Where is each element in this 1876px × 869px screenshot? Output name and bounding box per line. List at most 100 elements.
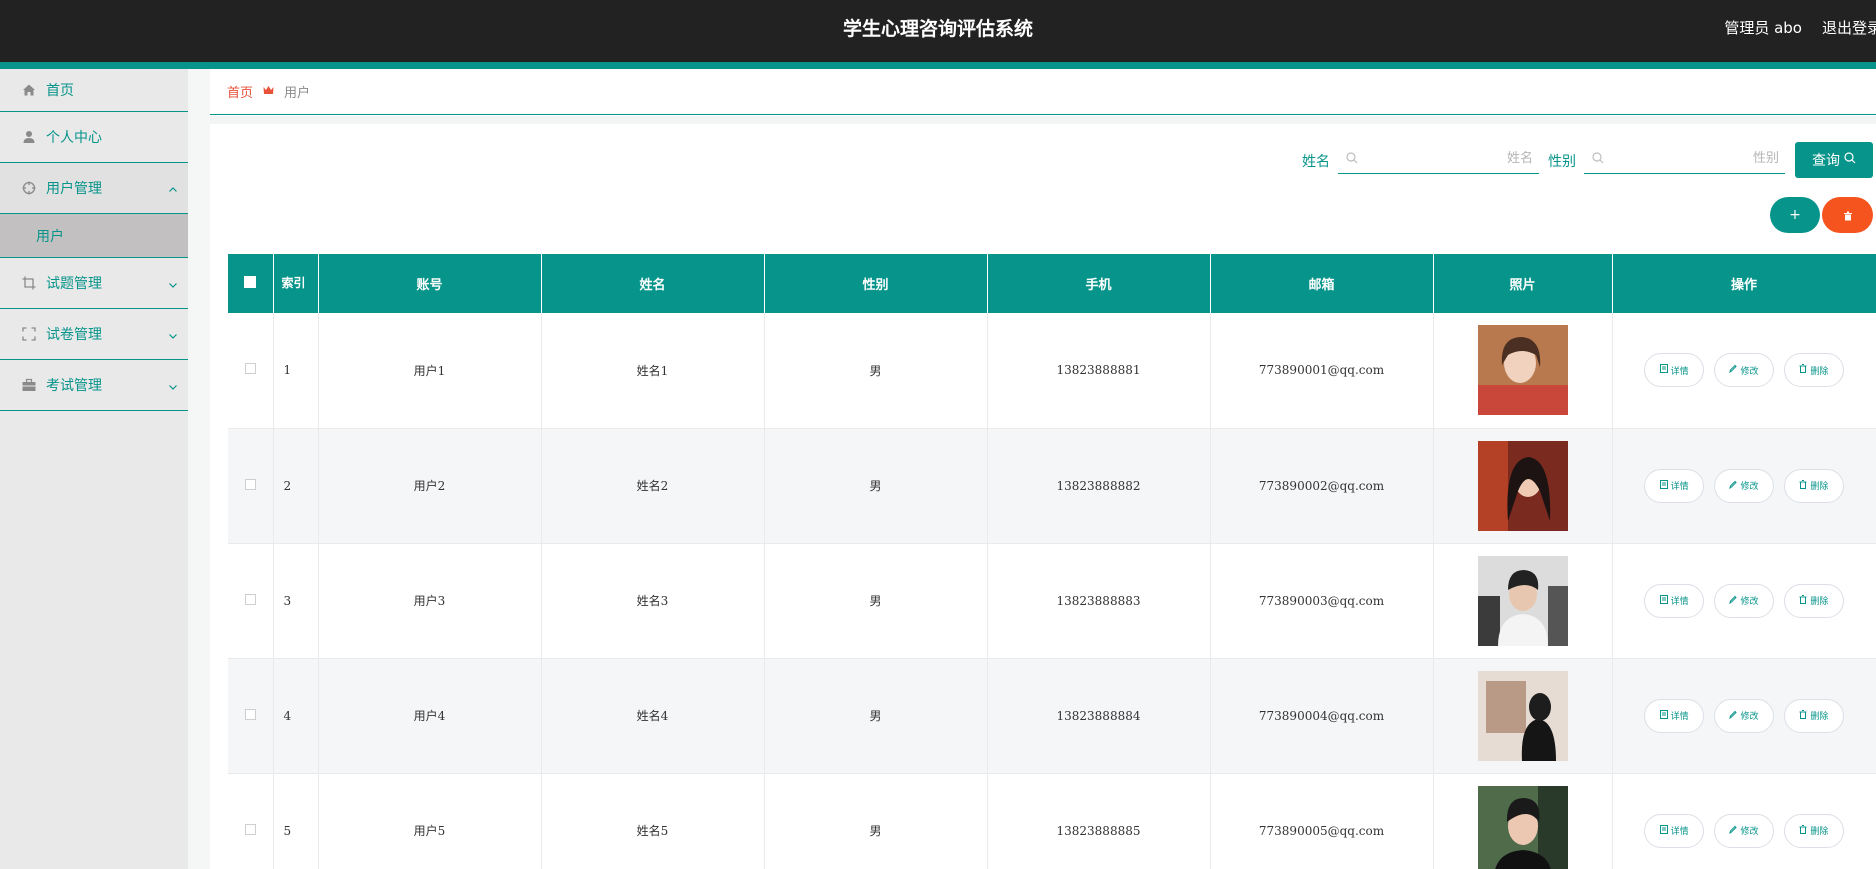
column-header-index: 索引 bbox=[273, 254, 319, 313]
user-photo[interactable] bbox=[1477, 785, 1568, 869]
actions-cell: 详情 修改 删除 bbox=[1612, 543, 1876, 659]
header-divider bbox=[210, 116, 1876, 124]
name-search-input[interactable] bbox=[1358, 151, 1539, 166]
actions-cell: 详情 修改 删除 bbox=[1612, 773, 1876, 869]
name-cell: 姓名4 bbox=[541, 658, 765, 774]
search-icon bbox=[1592, 149, 1604, 168]
name-cell: 姓名3 bbox=[541, 543, 765, 659]
sidebar-item-exam-management[interactable]: 考试管理 bbox=[0, 360, 188, 411]
batch-delete-button[interactable] bbox=[1822, 197, 1873, 233]
name-cell: 姓名2 bbox=[541, 428, 765, 544]
row-checkbox[interactable] bbox=[244, 593, 256, 605]
row-select-cell bbox=[228, 658, 274, 774]
main-content: 首页 用户 姓名 性别 查询 + bbox=[210, 69, 1876, 869]
delete-button[interactable]: 删除 bbox=[1783, 468, 1844, 503]
edit-label: 修改 bbox=[1740, 482, 1759, 492]
trash-icon bbox=[1843, 206, 1853, 225]
delete-label: 删除 bbox=[1810, 712, 1829, 722]
sidebar-item-label: 首页 bbox=[46, 83, 74, 99]
email-cell: 773890002@qq.com bbox=[1210, 428, 1434, 544]
row-select-cell bbox=[228, 313, 274, 429]
gender-cell: 男 bbox=[764, 313, 988, 429]
user-icon bbox=[22, 130, 36, 144]
pencil-icon bbox=[1729, 364, 1738, 376]
account-cell: 用户2 bbox=[318, 428, 542, 544]
actions-cell: 详情 修改 删除 bbox=[1612, 658, 1876, 774]
detail-button[interactable]: 详情 bbox=[1644, 583, 1705, 618]
pencil-icon bbox=[1729, 710, 1738, 722]
delete-button[interactable]: 删除 bbox=[1783, 698, 1844, 733]
target-icon bbox=[22, 181, 36, 195]
photo-cell bbox=[1433, 543, 1613, 659]
row-checkbox[interactable] bbox=[244, 478, 256, 490]
column-header-account: 账号 bbox=[318, 254, 542, 313]
chevron-up-icon bbox=[168, 183, 178, 199]
delete-button[interactable]: 删除 bbox=[1783, 353, 1844, 388]
pencil-icon bbox=[1729, 825, 1738, 837]
table-row: 5 用户5 姓名5 男 13823888885 773890005@qq.com… bbox=[228, 773, 1876, 869]
edit-button[interactable]: 修改 bbox=[1714, 698, 1774, 733]
email-cell: 773890003@qq.com bbox=[1210, 543, 1434, 659]
document-icon bbox=[1659, 479, 1668, 492]
email-cell: 773890001@qq.com bbox=[1210, 313, 1434, 429]
user-photo[interactable] bbox=[1477, 555, 1568, 646]
add-button[interactable]: + bbox=[1770, 197, 1820, 233]
gender-cell: 男 bbox=[764, 773, 988, 869]
delete-label: 删除 bbox=[1810, 597, 1829, 607]
sidebar-subitem-users[interactable]: 用户 bbox=[0, 214, 188, 258]
breadcrumb-current: 用户 bbox=[284, 86, 311, 101]
sidebar-item-user-management[interactable]: 用户管理 bbox=[0, 163, 188, 214]
detail-button[interactable]: 详情 bbox=[1644, 813, 1705, 848]
index-cell: 5 bbox=[273, 773, 319, 869]
phone-cell: 13823888881 bbox=[987, 313, 1211, 429]
sidebar-item-profile[interactable]: 个人中心 bbox=[0, 112, 188, 163]
pencil-icon bbox=[1729, 480, 1738, 492]
crop-icon bbox=[22, 276, 36, 290]
delete-button[interactable]: 删除 bbox=[1783, 583, 1844, 618]
logout-link[interactable]: 退出登录 bbox=[1822, 17, 1876, 38]
query-button[interactable]: 查询 bbox=[1795, 142, 1873, 178]
user-photo[interactable] bbox=[1477, 440, 1568, 531]
detail-button[interactable]: 详情 bbox=[1644, 468, 1705, 503]
edit-label: 修改 bbox=[1740, 366, 1759, 377]
column-header-email: 邮箱 bbox=[1210, 254, 1434, 313]
select-all-checkbox[interactable] bbox=[244, 275, 257, 288]
photo-cell bbox=[1433, 773, 1613, 869]
account-cell: 用户1 bbox=[318, 313, 542, 429]
column-header-photo: 照片 bbox=[1433, 254, 1613, 313]
row-select-cell bbox=[228, 543, 274, 659]
edit-button[interactable]: 修改 bbox=[1714, 353, 1774, 388]
frame-icon bbox=[22, 327, 36, 341]
sidebar: 首页 个人中心 用户管理 用户 试题管理 试卷管理 考试管理 bbox=[0, 69, 188, 869]
photo-cell bbox=[1433, 658, 1613, 774]
user-photo[interactable] bbox=[1477, 325, 1568, 416]
sidebar-item-question-management[interactable]: 试题管理 bbox=[0, 258, 188, 309]
table-header-row: 索引 账号 姓名 性别 手机 邮箱 照片 操作 bbox=[228, 254, 1876, 313]
edit-button[interactable]: 修改 bbox=[1714, 583, 1774, 618]
sidebar-item-home[interactable]: 首页 bbox=[0, 69, 188, 112]
app-title: 学生心理咨询评估系统 bbox=[842, 18, 1033, 40]
detail-label: 详情 bbox=[1670, 712, 1689, 722]
document-icon bbox=[1659, 709, 1668, 722]
column-header-gender: 性别 bbox=[764, 254, 988, 313]
account-cell: 用户5 bbox=[318, 773, 542, 869]
detail-button[interactable]: 详情 bbox=[1644, 698, 1705, 733]
detail-button[interactable]: 详情 bbox=[1644, 353, 1705, 388]
row-checkbox[interactable] bbox=[244, 363, 256, 375]
email-cell: 773890005@qq.com bbox=[1210, 773, 1434, 869]
edit-label: 修改 bbox=[1740, 827, 1759, 837]
row-checkbox[interactable] bbox=[244, 823, 256, 835]
chevron-down-icon bbox=[168, 278, 178, 294]
name-cell: 姓名5 bbox=[541, 773, 765, 869]
edit-button[interactable]: 修改 bbox=[1714, 468, 1774, 503]
document-icon bbox=[1659, 594, 1668, 607]
user-photo[interactable] bbox=[1477, 670, 1568, 761]
breadcrumb-home[interactable]: 首页 bbox=[227, 82, 253, 101]
edit-button[interactable]: 修改 bbox=[1714, 813, 1774, 848]
sidebar-item-paper-management[interactable]: 试卷管理 bbox=[0, 309, 188, 360]
delete-button[interactable]: 删除 bbox=[1783, 813, 1844, 848]
name-cell: 姓名1 bbox=[541, 313, 765, 429]
row-checkbox[interactable] bbox=[244, 708, 256, 720]
gender-search-input[interactable] bbox=[1604, 151, 1785, 166]
phone-cell: 13823888884 bbox=[987, 658, 1211, 774]
